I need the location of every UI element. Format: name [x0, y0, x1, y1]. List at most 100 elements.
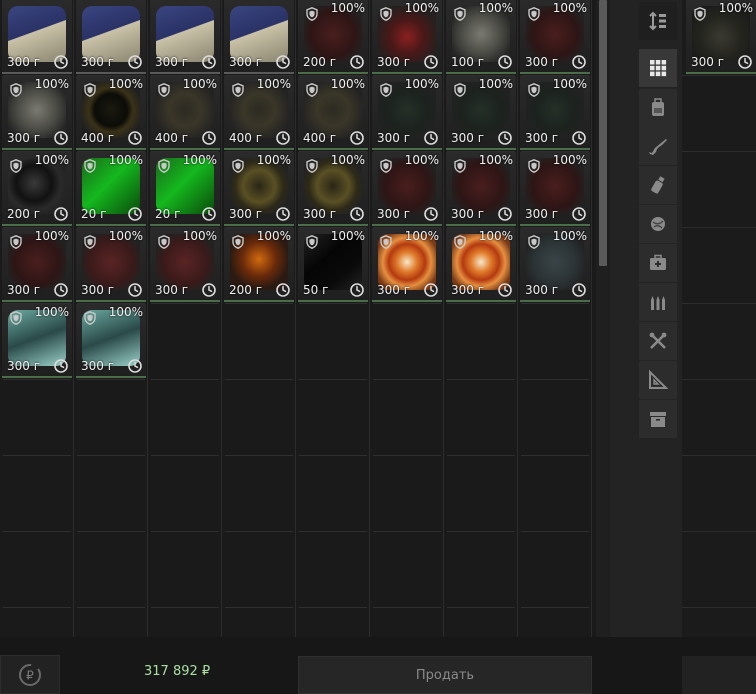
inventory-item[interactable]: 100% 400 г: [150, 76, 220, 150]
grid-divider: [221, 0, 222, 637]
grid-divider: [682, 379, 756, 380]
shield-icon: [528, 158, 540, 173]
grid-divider: [447, 455, 515, 456]
inventory-item[interactable]: 100% 300 г: [76, 304, 146, 378]
durability-label: 100%: [108, 229, 143, 243]
inventory-item[interactable]: 100% 300 г: [520, 0, 590, 74]
category-archive-button[interactable]: [639, 400, 677, 438]
inventory-item[interactable]: 100% 200 г: [2, 152, 72, 226]
grid-divider: [447, 379, 515, 380]
inventory-item[interactable]: 100% 300 г: [520, 228, 590, 302]
inventory-item[interactable]: 100% 300 г: [150, 228, 220, 302]
inventory-item[interactable]: 300 г: [76, 0, 146, 74]
inventory-item[interactable]: 100% 300 г: [446, 228, 516, 302]
svg-text:₽: ₽: [26, 668, 34, 682]
category-grid-all-button[interactable]: [639, 49, 677, 87]
durability-label: 100%: [552, 153, 587, 167]
inventory-item[interactable]: 100% 300 г: [520, 152, 590, 226]
category-ammo-button[interactable]: [639, 283, 677, 321]
grid-divider: [521, 607, 589, 608]
shield-icon: [380, 6, 392, 21]
grid-divider: [73, 0, 74, 637]
clock-icon: [350, 282, 364, 297]
weight-label: 300 г: [7, 359, 41, 373]
sell-button[interactable]: Продать: [298, 656, 592, 694]
category-backpack-button[interactable]: [639, 89, 677, 127]
grid-divider: [521, 303, 589, 304]
clock-icon: [350, 206, 364, 221]
inventory-item[interactable]: 100% 300 г: [372, 228, 442, 302]
inventory-item[interactable]: 100% 400 г: [224, 76, 294, 150]
grid-divider: [295, 0, 296, 637]
inventory-item[interactable]: 100% 20 г: [150, 152, 220, 226]
durability-label: 100%: [718, 1, 753, 15]
inventory-item[interactable]: 100% 300 г: [76, 228, 146, 302]
shield-icon: [306, 158, 318, 173]
inventory-item[interactable]: 100% 100 г: [446, 0, 516, 74]
inventory-item[interactable]: 100% 300 г: [686, 0, 756, 74]
currency-exchange-button[interactable]: ₽: [0, 655, 60, 694]
category-artifact-button[interactable]: [639, 205, 677, 243]
inventory-item[interactable]: 100% 200 г: [298, 0, 368, 74]
blueprint-icon: [647, 369, 669, 391]
grid-divider: [682, 455, 756, 456]
inventory-item[interactable]: 100% 20 г: [76, 152, 146, 226]
inventory-item[interactable]: 100% 300 г: [372, 76, 442, 150]
inventory-item[interactable]: 300 г: [150, 0, 220, 74]
weight-label: 200 г: [303, 55, 337, 69]
category-rifle-button[interactable]: [639, 127, 677, 165]
ruble-cycle-icon: ₽: [19, 663, 41, 686]
category-blueprint-button[interactable]: [639, 361, 677, 399]
shield-icon: [84, 82, 96, 97]
category-medkit-button[interactable]: [639, 244, 677, 282]
inventory-item[interactable]: 100% 300 г: [2, 76, 72, 150]
inventory-item[interactable]: 300 г: [2, 0, 72, 74]
inventory-item[interactable]: 100% 300 г: [2, 304, 72, 378]
grid-divider: [151, 531, 219, 532]
inventory-item[interactable]: 100% 50 г: [298, 228, 368, 302]
shield-icon: [380, 234, 392, 249]
weight-label: 20 г: [81, 207, 107, 221]
inventory-item[interactable]: 100% 300 г: [372, 152, 442, 226]
durability-label: 100%: [330, 153, 365, 167]
inventory-item[interactable]: 100% 400 г: [298, 76, 368, 150]
grid-divider: [591, 0, 592, 637]
inventory-item[interactable]: 100% 200 г: [224, 228, 294, 302]
weight-label: 300 г: [303, 207, 337, 221]
durability-label: 100%: [478, 77, 513, 91]
inventory-item[interactable]: 100% 300 г: [298, 152, 368, 226]
rifle-icon: [647, 135, 669, 157]
inventory-item[interactable]: 300 г: [224, 0, 294, 74]
category-sort-button[interactable]: [639, 2, 677, 40]
inventory-item[interactable]: 100% 300 г: [446, 76, 516, 150]
weight-label: 300 г: [81, 283, 115, 297]
grid-divider: [373, 303, 441, 304]
shield-icon: [232, 82, 244, 97]
inventory-item[interactable]: 100% 300 г: [372, 0, 442, 74]
inventory-item[interactable]: 100% 300 г: [520, 76, 590, 150]
grid-divider: [151, 455, 219, 456]
inventory-item[interactable]: 100% 300 г: [2, 228, 72, 302]
weight-label: 300 г: [155, 55, 189, 69]
clock-icon: [276, 206, 290, 221]
durability-label: 100%: [330, 229, 365, 243]
clock-icon: [572, 130, 586, 145]
clock-icon: [202, 206, 216, 221]
durability-label: 100%: [108, 153, 143, 167]
inventory-item[interactable]: 100% 300 г: [224, 152, 294, 226]
inventory-scroll-thumb[interactable]: [599, 0, 607, 266]
category-tools-button[interactable]: [639, 322, 677, 360]
grid-divider: [3, 607, 71, 608]
durability-label: 100%: [256, 229, 291, 243]
weight-label: 300 г: [81, 55, 115, 69]
shield-icon: [10, 158, 22, 173]
category-grenade-button[interactable]: [639, 166, 677, 204]
durability-label: 100%: [404, 153, 439, 167]
tools-icon: [647, 330, 669, 352]
inventory-item[interactable]: 100% 400 г: [76, 76, 146, 150]
inventory-item[interactable]: 100% 300 г: [446, 152, 516, 226]
shield-icon: [528, 82, 540, 97]
durability-label: 100%: [552, 77, 587, 91]
weight-label: 300 г: [7, 283, 41, 297]
grid-divider: [147, 0, 148, 637]
